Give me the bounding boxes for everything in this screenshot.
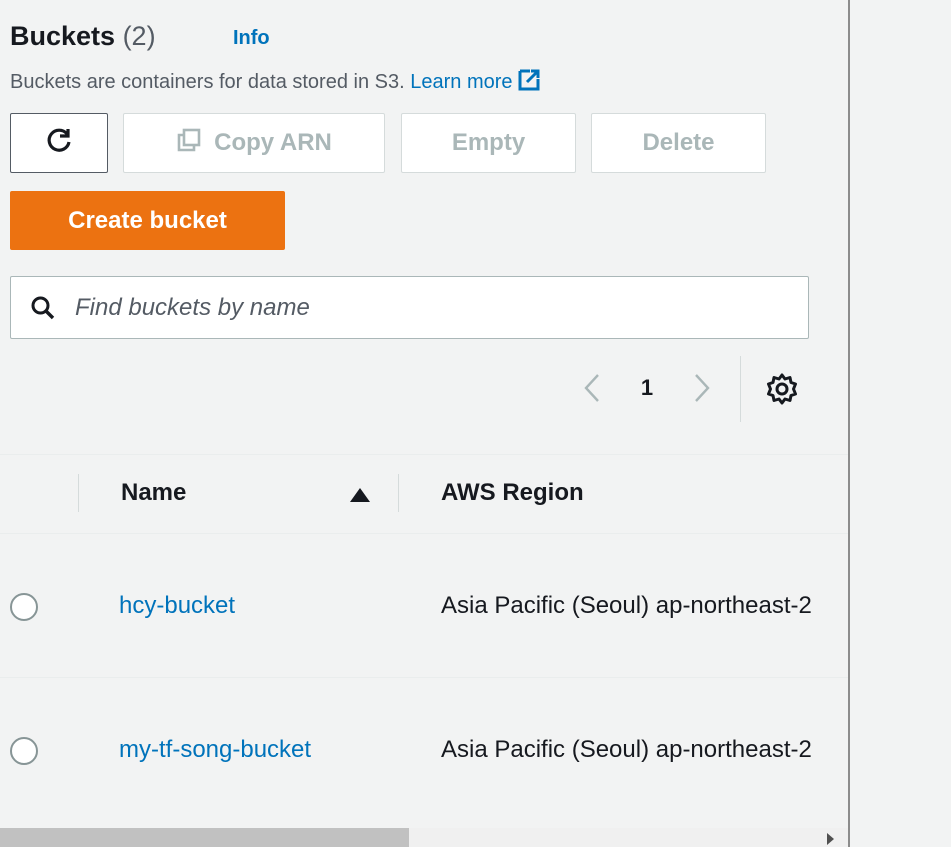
pagination-divider bbox=[740, 356, 741, 422]
page-title-text: Buckets bbox=[10, 21, 116, 51]
info-link[interactable]: Info bbox=[233, 26, 270, 50]
chevron-right-icon[interactable] bbox=[688, 372, 716, 404]
page-title: Buckets (2) bbox=[10, 18, 156, 54]
scrollbar-thumb[interactable] bbox=[0, 828, 409, 847]
row-divider bbox=[0, 533, 848, 534]
bucket-name-link[interactable]: hcy-bucket bbox=[119, 590, 235, 622]
right-gutter bbox=[850, 0, 951, 847]
scroll-right-arrow-icon[interactable] bbox=[826, 832, 836, 847]
refresh-icon bbox=[45, 126, 73, 161]
table-top-border bbox=[0, 454, 848, 455]
bucket-region: Asia Pacific (Seoul) ap-northeast-2 bbox=[441, 736, 812, 763]
column-header-region[interactable]: AWS Region bbox=[441, 477, 584, 509]
gear-icon[interactable] bbox=[764, 371, 800, 407]
column-header-name[interactable]: Name bbox=[121, 477, 186, 509]
delete-button[interactable]: Delete bbox=[591, 113, 766, 173]
bucket-count: (2) bbox=[122, 21, 156, 51]
create-bucket-button[interactable]: Create bucket bbox=[10, 191, 285, 250]
search-icon bbox=[11, 295, 67, 321]
empty-label: Empty bbox=[451, 129, 526, 156]
delete-label: Delete bbox=[642, 129, 715, 156]
search-input[interactable] bbox=[67, 287, 767, 328]
column-separator bbox=[78, 474, 79, 512]
description-text: Buckets are containers for data stored i… bbox=[10, 71, 405, 93]
row-select-radio[interactable] bbox=[10, 593, 38, 621]
empty-button[interactable]: Empty bbox=[401, 113, 576, 173]
learn-more-link[interactable]: Learn more bbox=[410, 69, 540, 93]
copy-arn-label: Copy ARN bbox=[214, 129, 332, 156]
description: Buckets are containers for data stored i… bbox=[10, 68, 541, 99]
refresh-button[interactable] bbox=[10, 113, 108, 173]
buckets-panel: Buckets (2) Info Buckets are containers … bbox=[0, 0, 848, 847]
learn-more-label: Learn more bbox=[410, 71, 513, 93]
search-box bbox=[10, 276, 809, 339]
create-bucket-label: Create bucket bbox=[68, 206, 227, 234]
sort-ascending-icon[interactable] bbox=[348, 487, 372, 508]
copy-arn-button[interactable]: Copy ARN bbox=[123, 113, 385, 173]
chevron-left-icon[interactable] bbox=[578, 372, 606, 404]
column-separator bbox=[398, 474, 399, 512]
bucket-region: Asia Pacific (Seoul) ap-northeast-2 bbox=[441, 592, 812, 619]
bucket-name-link[interactable]: my-tf-song-bucket bbox=[119, 734, 311, 766]
row-select-radio[interactable] bbox=[10, 737, 38, 765]
page-number[interactable]: 1 bbox=[632, 372, 662, 404]
external-link-icon bbox=[517, 68, 541, 99]
copy-icon bbox=[176, 127, 202, 160]
row-divider bbox=[0, 677, 848, 678]
